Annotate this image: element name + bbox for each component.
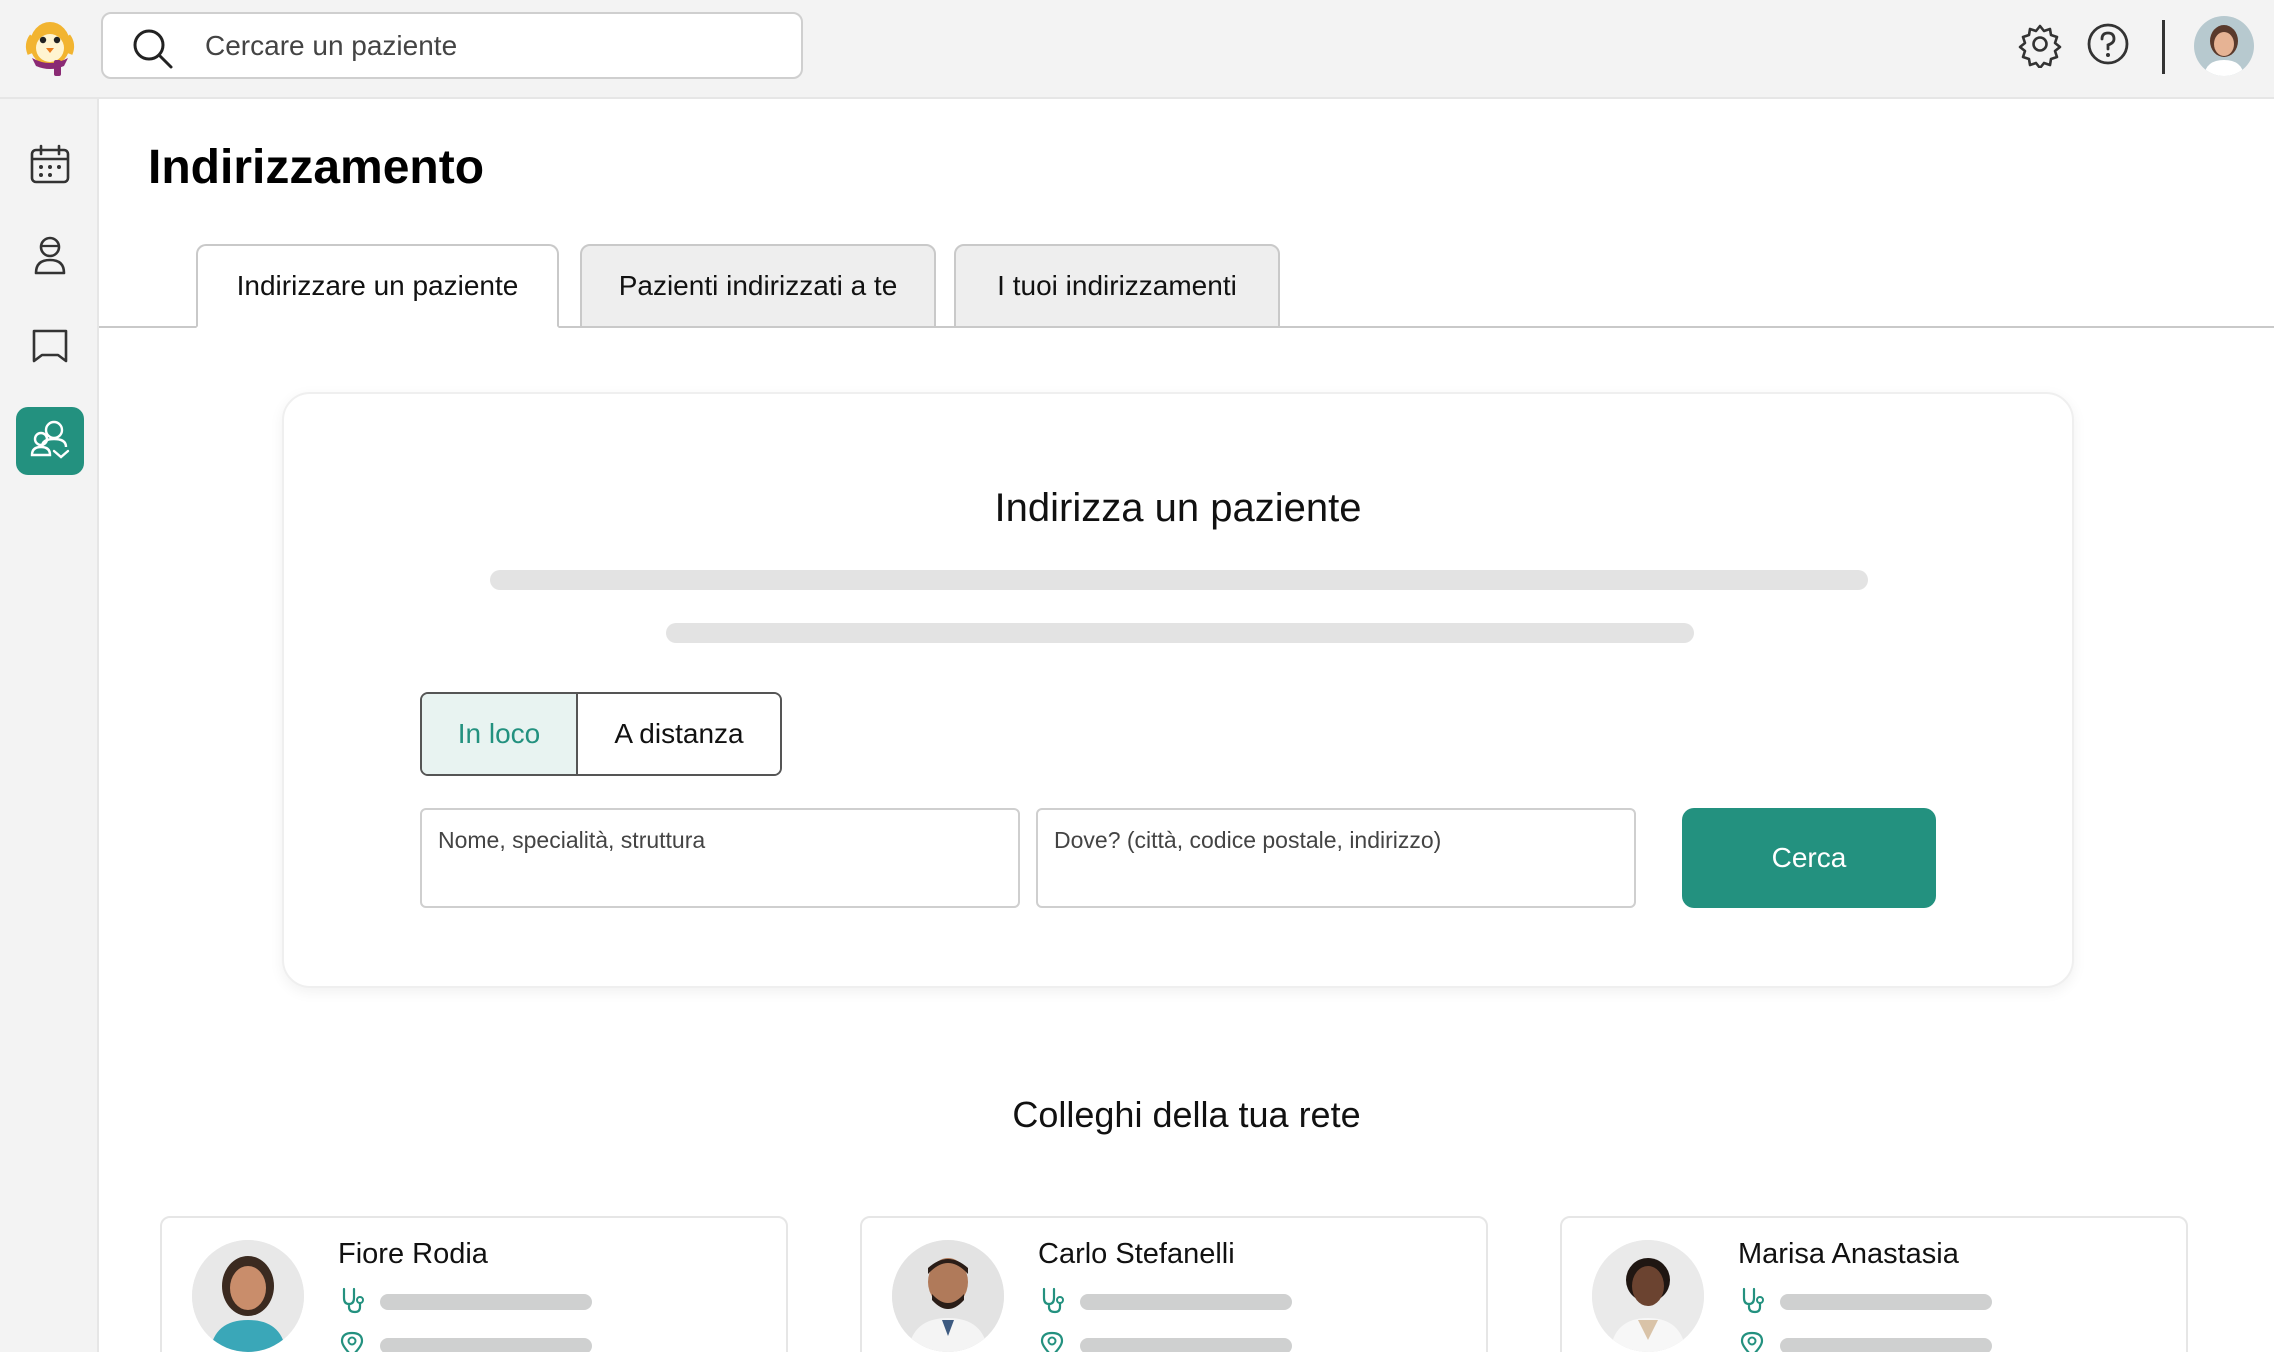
sidebar-item-calendar[interactable]: [16, 132, 84, 200]
location-pin-icon: [338, 1330, 366, 1352]
location-input[interactable]: [1054, 822, 1614, 858]
name-input[interactable]: [438, 822, 998, 858]
network-title: Colleghi della tua rete: [1012, 1094, 1361, 1135]
placeholder-specialty-line: [380, 1294, 592, 1310]
placeholder-location-line: [1780, 1338, 1992, 1352]
colleague-name: Fiore Rodia: [338, 1238, 488, 1270]
settings-icon[interactable]: [2016, 20, 2064, 70]
card-title: Indirizza un paziente: [994, 486, 1362, 530]
search-input[interactable]: [205, 22, 785, 70]
app-logo[interactable]: [18, 14, 82, 78]
tab-refer-patient[interactable]: Indirizzare un paziente: [196, 244, 559, 328]
placeholder-specialty-line: [1780, 1294, 1992, 1310]
toolbar-divider: [2162, 20, 2165, 74]
stethoscope-icon: [1038, 1286, 1066, 1314]
page-title: Indirizzamento: [148, 141, 485, 194]
placeholder-location-line: [380, 1338, 592, 1352]
sidebar-item-patients[interactable]: [16, 223, 84, 291]
name-field: [420, 808, 1020, 908]
location-field: [1036, 808, 1636, 908]
mode-toggle: In loco A distanza: [420, 692, 782, 776]
search-icon: [131, 27, 175, 71]
referral-card: Indirizza un paziente In loco A distanza…: [282, 392, 2074, 988]
patient-icon: [28, 233, 72, 282]
patient-search[interactable]: [101, 12, 803, 79]
colleague-card[interactable]: Marisa Anastasia: [1560, 1216, 2188, 1352]
colleague-name: Carlo Stefanelli: [1038, 1238, 1235, 1270]
colleague-avatar: [1592, 1240, 1704, 1352]
stethoscope-icon: [1738, 1286, 1766, 1314]
location-pin-icon: [1738, 1330, 1766, 1352]
location-pin-icon: [1038, 1330, 1066, 1352]
user-avatar[interactable]: [2194, 16, 2254, 76]
colleague-avatar: [192, 1240, 304, 1352]
mode-onsite-button[interactable]: In loco: [422, 694, 578, 774]
messages-icon: [28, 325, 72, 374]
colleague-avatar: [892, 1240, 1004, 1352]
top-bar: [0, 0, 2274, 99]
referral-icon: [28, 417, 72, 466]
sidebar: [0, 99, 99, 1352]
placeholder-specialty-line: [1080, 1294, 1292, 1310]
calendar-icon: [28, 142, 72, 191]
sidebar-item-referrals[interactable]: [16, 407, 84, 475]
tab-referred-to-you[interactable]: Pazienti indirizzati a te: [580, 244, 936, 328]
mode-remote-button[interactable]: A distanza: [578, 694, 780, 774]
search-button[interactable]: Cerca: [1682, 808, 1936, 908]
stethoscope-icon: [338, 1286, 366, 1314]
colleague-card[interactable]: Fiore Rodia: [160, 1216, 788, 1352]
tab-your-referrals[interactable]: I tuoi indirizzamenti: [954, 244, 1280, 328]
colleague-card[interactable]: Carlo Stefanelli: [860, 1216, 1488, 1352]
colleague-name: Marisa Anastasia: [1738, 1238, 1959, 1270]
placeholder-text-line: [490, 570, 1868, 590]
placeholder-location-line: [1080, 1338, 1292, 1352]
help-icon[interactable]: [2084, 20, 2132, 68]
placeholder-text-line: [666, 623, 1694, 643]
sidebar-item-messages[interactable]: [16, 315, 84, 383]
